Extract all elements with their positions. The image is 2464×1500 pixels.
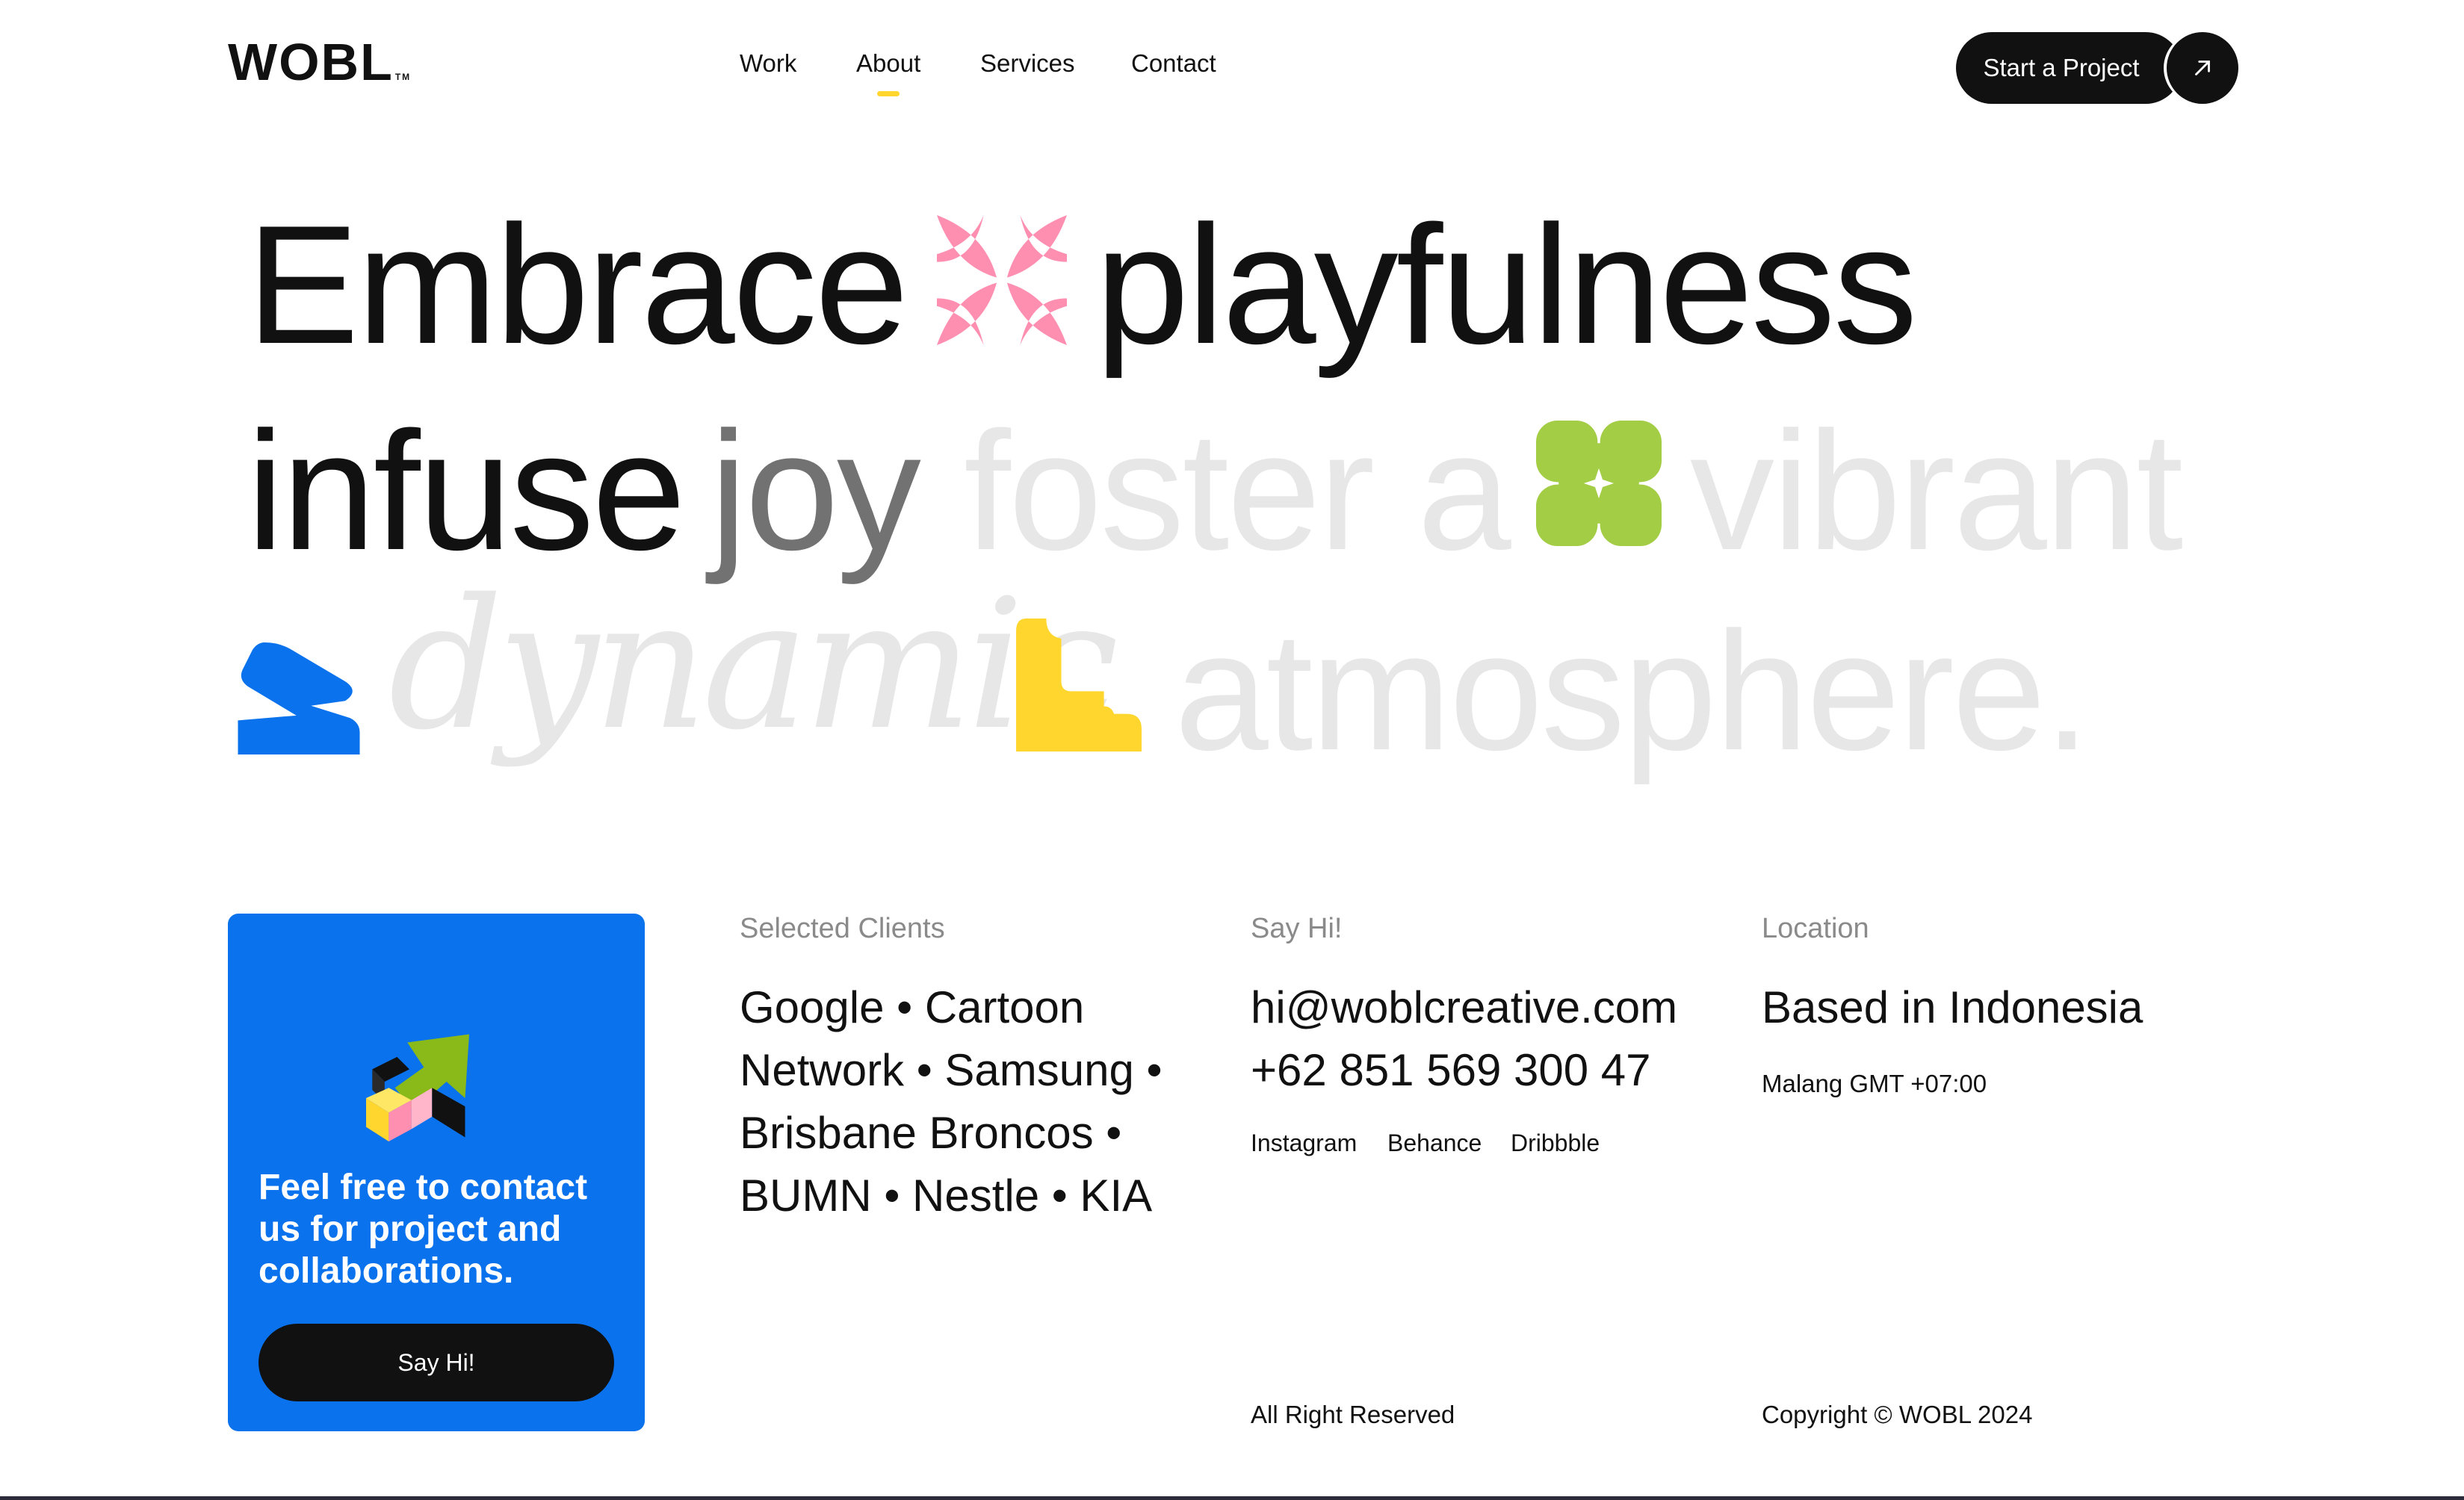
clients-list: Google • Cartoon Network • Samsung • Bri… — [740, 982, 1163, 1221]
copyright-text: Copyright © WOBL 2024 — [1762, 1401, 2033, 1428]
hero-word-playfulness: playfulness — [1095, 190, 1918, 379]
hero-word-dynamic: dynamic — [389, 560, 1119, 769]
nav-label: Contact — [1131, 49, 1216, 77]
contact-email-link[interactable]: hi@woblcreative.com — [1251, 976, 1677, 1039]
nav-label: Services — [980, 49, 1075, 77]
social-link-behance[interactable]: Behance — [1387, 1129, 1482, 1157]
contact-phone[interactable]: +62 851 569 300 47 — [1251, 1039, 1651, 1102]
nav-item-work[interactable]: Work — [740, 51, 796, 75]
logo-trademark: TM — [394, 72, 412, 82]
nav-item-services[interactable]: Services — [980, 51, 1075, 75]
nav-active-indicator — [877, 91, 900, 96]
pink-flower-shape — [937, 215, 1067, 345]
yellow-step-shape — [1016, 619, 1142, 751]
social-link-dribbble[interactable]: Dribbble — [1511, 1129, 1600, 1157]
hero-word-joy: joy — [710, 396, 921, 585]
blue-zigzag-shape — [238, 642, 360, 754]
hero-word-atmosphere: atmosphere. — [1174, 596, 2090, 785]
say-hi-button[interactable]: Say Hi! — [259, 1324, 614, 1401]
hero-word-infuse: infuse — [247, 396, 686, 585]
bottom-border — [0, 1496, 2464, 1500]
start-project-label: Start a Project — [1983, 54, 2140, 81]
clients-label: Selected Clients — [740, 913, 945, 944]
green-clover-shape — [1536, 421, 1662, 546]
isometric-arrow-icon — [366, 1034, 469, 1141]
nav-item-about[interactable]: About — [856, 49, 921, 96]
logo-text: WOBL — [228, 33, 394, 91]
social-link-instagram[interactable]: Instagram — [1251, 1129, 1357, 1157]
say-hi-label: Say Hi! — [397, 1348, 475, 1376]
card-message: Feel free to contact us for project and … — [259, 1168, 588, 1292]
start-project-button[interactable]: Start a Project — [1956, 32, 2182, 104]
brand-logo[interactable]: WOBL TM — [228, 36, 409, 88]
all-rights-reserved: All Right Reserved — [1251, 1401, 1455, 1428]
location-detail: Malang GMT +07:00 — [1762, 1070, 1987, 1097]
say-hi-label-heading: Say Hi! — [1251, 913, 1343, 944]
nav-label: Work — [740, 49, 797, 77]
hero-word-foster-a: foster a — [964, 396, 1511, 585]
hero-word-embrace: Embrace — [247, 190, 908, 379]
start-project-arrow-button[interactable] — [2167, 32, 2238, 104]
nav-item-contact[interactable]: Contact — [1131, 51, 1216, 75]
location-headline: Based in Indonesia — [1762, 982, 2143, 1032]
nav-label: About — [856, 49, 921, 77]
hero-word-vibrant: vibrant — [1690, 396, 2183, 585]
arrow-up-right-icon — [2195, 61, 2210, 75]
location-label: Location — [1762, 913, 1869, 944]
